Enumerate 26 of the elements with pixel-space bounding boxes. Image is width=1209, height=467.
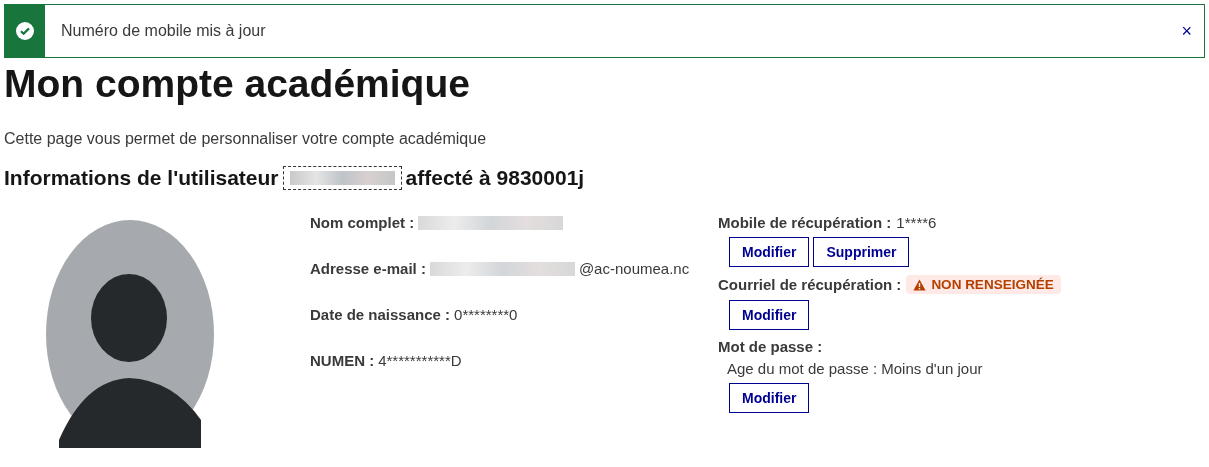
field-label: Courriel de récupération :	[718, 276, 902, 293]
page-title: Mon compte académique	[4, 62, 471, 106]
field-value: 0********0	[454, 306, 518, 323]
field-label: NUMEN :	[310, 352, 375, 369]
field-label: Nom complet :	[310, 214, 415, 231]
action-button[interactable]: Modifier	[729, 383, 810, 413]
avatar-icon	[45, 220, 215, 448]
field-value: @ac-noumea.nc	[578, 260, 690, 277]
field-label: Adresse e-mail :	[310, 260, 426, 277]
field-value: 1****6	[896, 214, 937, 231]
heading-text: affecté à 9830001j	[405, 166, 585, 190]
field-label: Mot de passe :	[718, 338, 823, 355]
field-label: Date de naissance :	[310, 306, 451, 323]
intro-text: Cette page vous permet de personnaliser votre compte académique	[4, 130, 488, 148]
close-button[interactable]: ×	[1169, 20, 1204, 42]
warning-icon	[913, 278, 927, 291]
status-badge: NON RENSEIGNÉE	[906, 275, 1061, 294]
check-icon	[15, 21, 35, 41]
action-button[interactable]: Modifier	[729, 237, 810, 267]
password-age-text: Age du mot de passe : Moins d'un jour	[727, 360, 984, 377]
action-button[interactable]: Supprimer	[813, 237, 910, 267]
action-button[interactable]: Modifier	[729, 300, 810, 330]
notification-message: Numéro de mobile mis à jour	[60, 22, 267, 40]
heading-text: Informations de l'utilisateur	[4, 166, 279, 190]
field-label: Mobile de récupération :	[718, 214, 892, 231]
field-value: 4***********D	[378, 352, 462, 369]
